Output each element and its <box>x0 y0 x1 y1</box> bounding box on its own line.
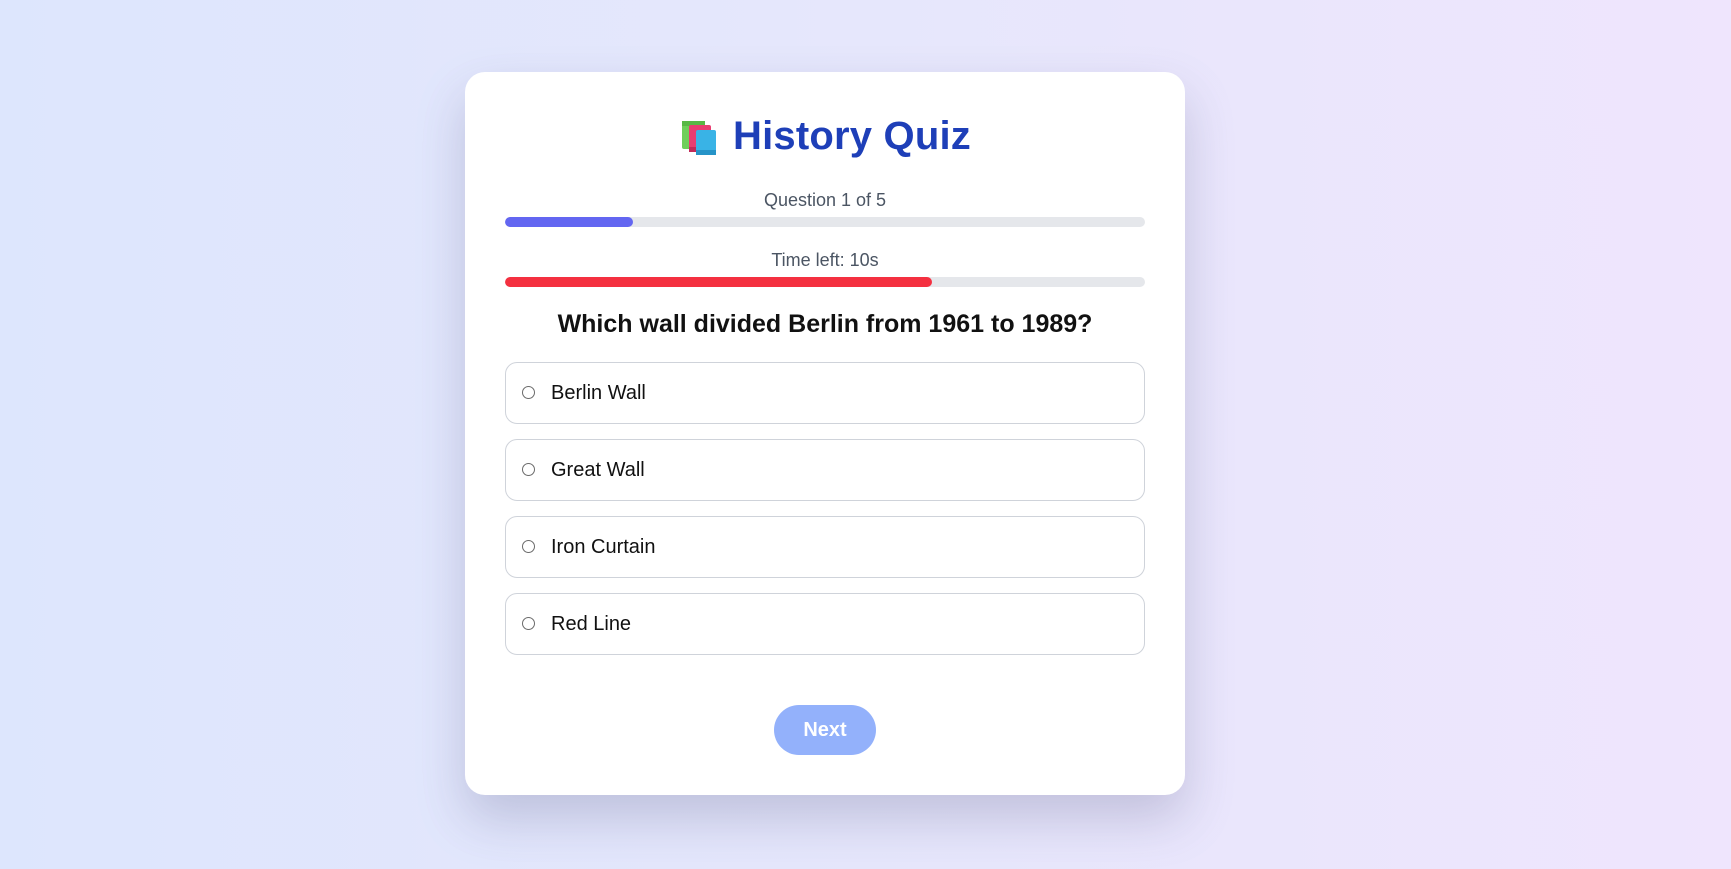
books-icon <box>679 118 719 156</box>
quiz-card: History Quiz Question 1 of 5 Time left: … <box>465 72 1185 795</box>
answer-options: Berlin Wall Great Wall Iron Curtain Red … <box>505 362 1145 670</box>
question-text: Which wall divided Berlin from 1961 to 1… <box>557 310 1093 338</box>
answer-option[interactable]: Red Line <box>505 593 1145 655</box>
timer-label: Time left: 10s <box>771 250 879 270</box>
question-progress-label: Question 1 of 5 <box>763 190 887 210</box>
quiz-header: History Quiz <box>465 114 1185 159</box>
answer-option-label: Great Wall <box>551 458 645 481</box>
answer-option-label: Red Line <box>551 612 632 635</box>
answer-option[interactable]: Berlin Wall <box>505 362 1145 424</box>
answer-option-label: Berlin Wall <box>551 381 646 404</box>
answer-option[interactable]: Iron Curtain <box>505 516 1145 578</box>
timer-bar <box>505 277 1145 287</box>
radio-button[interactable] <box>522 539 535 553</box>
answer-option-label: Iron Curtain <box>551 535 656 558</box>
timer-fill <box>505 277 932 287</box>
radio-button[interactable] <box>522 385 535 399</box>
question-progress-fill <box>505 217 633 227</box>
next-button[interactable]: Next <box>774 705 876 755</box>
question-progress-bar <box>505 217 1145 227</box>
radio-button[interactable] <box>522 462 535 476</box>
radio-button[interactable] <box>522 616 535 630</box>
answer-option[interactable]: Great Wall <box>505 439 1145 501</box>
page-title: History Quiz <box>733 114 971 158</box>
